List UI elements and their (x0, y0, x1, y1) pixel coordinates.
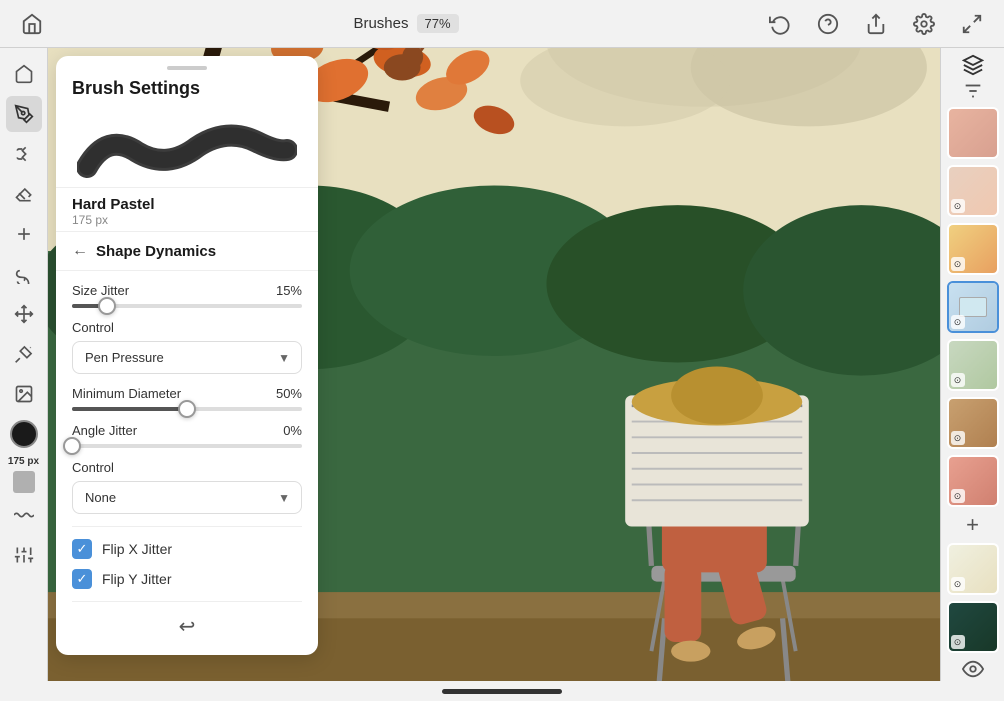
flip-x-checkbox[interactable]: ✓ (72, 539, 92, 559)
canvas-area[interactable]: Brush Settings Hard Pastel 175 px ← Shap… (48, 48, 940, 681)
adjust-tool-btn[interactable] (6, 537, 42, 573)
size-jitter-thumb[interactable] (98, 297, 116, 315)
layer-icon-6: ⊙ (951, 431, 965, 445)
control-label-2: Control (72, 460, 302, 475)
flip-x-label: Flip X Jitter (102, 541, 172, 557)
layer-thumb-5[interactable]: ⊙ (947, 339, 999, 391)
flip-y-label: Flip Y Jitter (102, 571, 172, 587)
none-select-wrapper: None Pen Pressure Pen Tilt Stylus Wheel … (72, 481, 302, 514)
min-diameter-track[interactable] (72, 407, 302, 411)
layer-icon-5: ⊙ (951, 373, 965, 387)
layer-thumb-8[interactable]: ⊙ (947, 543, 999, 595)
divider (72, 526, 302, 527)
brush-name-row: Hard Pastel 175 px (56, 187, 318, 231)
zoom-level[interactable]: 77% (417, 14, 459, 33)
min-diameter-row: Minimum Diameter 50% (72, 386, 302, 411)
panel-handle[interactable] (167, 66, 207, 70)
min-diameter-label: Minimum Diameter (72, 386, 181, 401)
control-label-1: Control (72, 320, 302, 335)
angle-jitter-track[interactable] (72, 444, 302, 448)
smudge-tool-btn[interactable] (6, 136, 42, 172)
top-bar-left (16, 8, 48, 40)
layer-icon-8: ⊙ (951, 577, 965, 591)
home-toolbar-btn[interactable] (6, 56, 42, 92)
pen-pressure-wrapper: Pen Pressure None Pen Tilt Stylus Wheel … (72, 341, 302, 374)
angle-jitter-row: Angle Jitter 0% (72, 423, 302, 448)
share-button[interactable] (860, 8, 892, 40)
size-jitter-value: 15% (276, 283, 302, 298)
brush-size: 175 px (72, 213, 302, 227)
brush-preview (56, 107, 318, 187)
size-jitter-row: Size Jitter 15% (72, 283, 302, 308)
control-section-2: Control None Pen Pressure Pen Tilt Stylu… (72, 460, 302, 514)
eyedropper-tool-btn[interactable] (6, 336, 42, 372)
settings-button[interactable] (908, 8, 940, 40)
control-section-1: Control Pen Pressure None Pen Tilt Stylu… (72, 320, 302, 374)
min-diameter-value: 50% (276, 386, 302, 401)
wave-tool-btn[interactable] (6, 497, 42, 533)
panel-title: Brush Settings (56, 78, 318, 107)
flip-y-row: ✓ Flip Y Jitter (72, 569, 302, 589)
filters-icon-btn[interactable] (955, 80, 991, 102)
layers-icon-btn[interactable] (955, 54, 991, 76)
lasso-tool-btn[interactable] (6, 256, 42, 292)
layer-icon-4: ⊙ (951, 315, 965, 329)
panel-content: Size Jitter 15% Control Pen Pressure No (56, 283, 318, 639)
opacity-btn[interactable] (13, 471, 35, 493)
layer-thumb-6[interactable]: ⊙ (947, 397, 999, 449)
size-display: 175 px (8, 456, 39, 467)
layer-thumb-3[interactable]: ⊙ (947, 223, 999, 275)
layer-thumb-9[interactable]: ⊙ (947, 601, 999, 653)
layer-thumb-2[interactable]: ⊙ (947, 165, 999, 217)
angle-jitter-thumb[interactable] (63, 437, 81, 455)
eye-btn[interactable] (955, 658, 991, 680)
main-area: 175 px (0, 48, 1004, 681)
photo-tool-btn[interactable] (6, 376, 42, 412)
min-diameter-thumb[interactable] (178, 400, 196, 418)
pen-pressure-select[interactable]: Pen Pressure None Pen Tilt Stylus Wheel (72, 341, 302, 374)
brush-tool-btn[interactable] (6, 96, 42, 132)
section-title: Shape Dynamics (96, 243, 216, 260)
flip-y-checkbox[interactable]: ✓ (72, 569, 92, 589)
add-layer-btn[interactable]: + (955, 512, 991, 538)
brush-settings-panel: Brush Settings Hard Pastel 175 px ← Shap… (56, 56, 318, 655)
top-bar-center: Brushes 77% (353, 14, 458, 33)
bottom-bar (0, 681, 1004, 701)
panel-undo-button[interactable]: ↩ (179, 614, 196, 639)
top-bar: Brushes 77% (0, 0, 1004, 48)
layer-icon-7: ⊙ (951, 489, 965, 503)
panel-footer: ↩ (72, 601, 302, 639)
home-button[interactable] (16, 8, 48, 40)
section-header: ← Shape Dynamics (56, 231, 318, 271)
size-jitter-label: Size Jitter (72, 283, 129, 298)
layer-thumb-7[interactable]: ⊙ (947, 455, 999, 507)
brushes-title: Brushes (353, 15, 408, 32)
back-button[interactable]: ← (72, 242, 88, 260)
right-panel: ⊙ ⊙ ⊙ ⊙ ⊙ ⊙ + ⊙ (940, 48, 1004, 681)
angle-jitter-label: Angle Jitter (72, 423, 137, 438)
layer-thumb-1[interactable] (947, 107, 999, 159)
eraser-tool-btn[interactable] (6, 176, 42, 212)
help-button[interactable] (812, 8, 844, 40)
selection-tool-btn[interactable] (6, 216, 42, 252)
size-jitter-track[interactable] (72, 304, 302, 308)
none-select[interactable]: None Pen Pressure Pen Tilt Stylus Wheel (72, 481, 302, 514)
top-bar-right (764, 8, 988, 40)
brush-name: Hard Pastel (72, 196, 302, 213)
layer-icon-2: ⊙ (951, 199, 965, 213)
layer-icon-9: ⊙ (951, 635, 965, 649)
layer-icon-3: ⊙ (951, 257, 965, 271)
undo-button[interactable] (764, 8, 796, 40)
angle-jitter-value: 0% (283, 423, 302, 438)
layer-thumb-4[interactable]: ⊙ (947, 281, 999, 333)
home-indicator (442, 689, 562, 694)
transform-tool-btn[interactable] (6, 296, 42, 332)
min-diameter-fill (72, 407, 187, 411)
flip-x-row: ✓ Flip X Jitter (72, 539, 302, 559)
color-picker-btn[interactable] (10, 420, 38, 448)
left-toolbar: 175 px (0, 48, 48, 681)
fullscreen-button[interactable] (956, 8, 988, 40)
